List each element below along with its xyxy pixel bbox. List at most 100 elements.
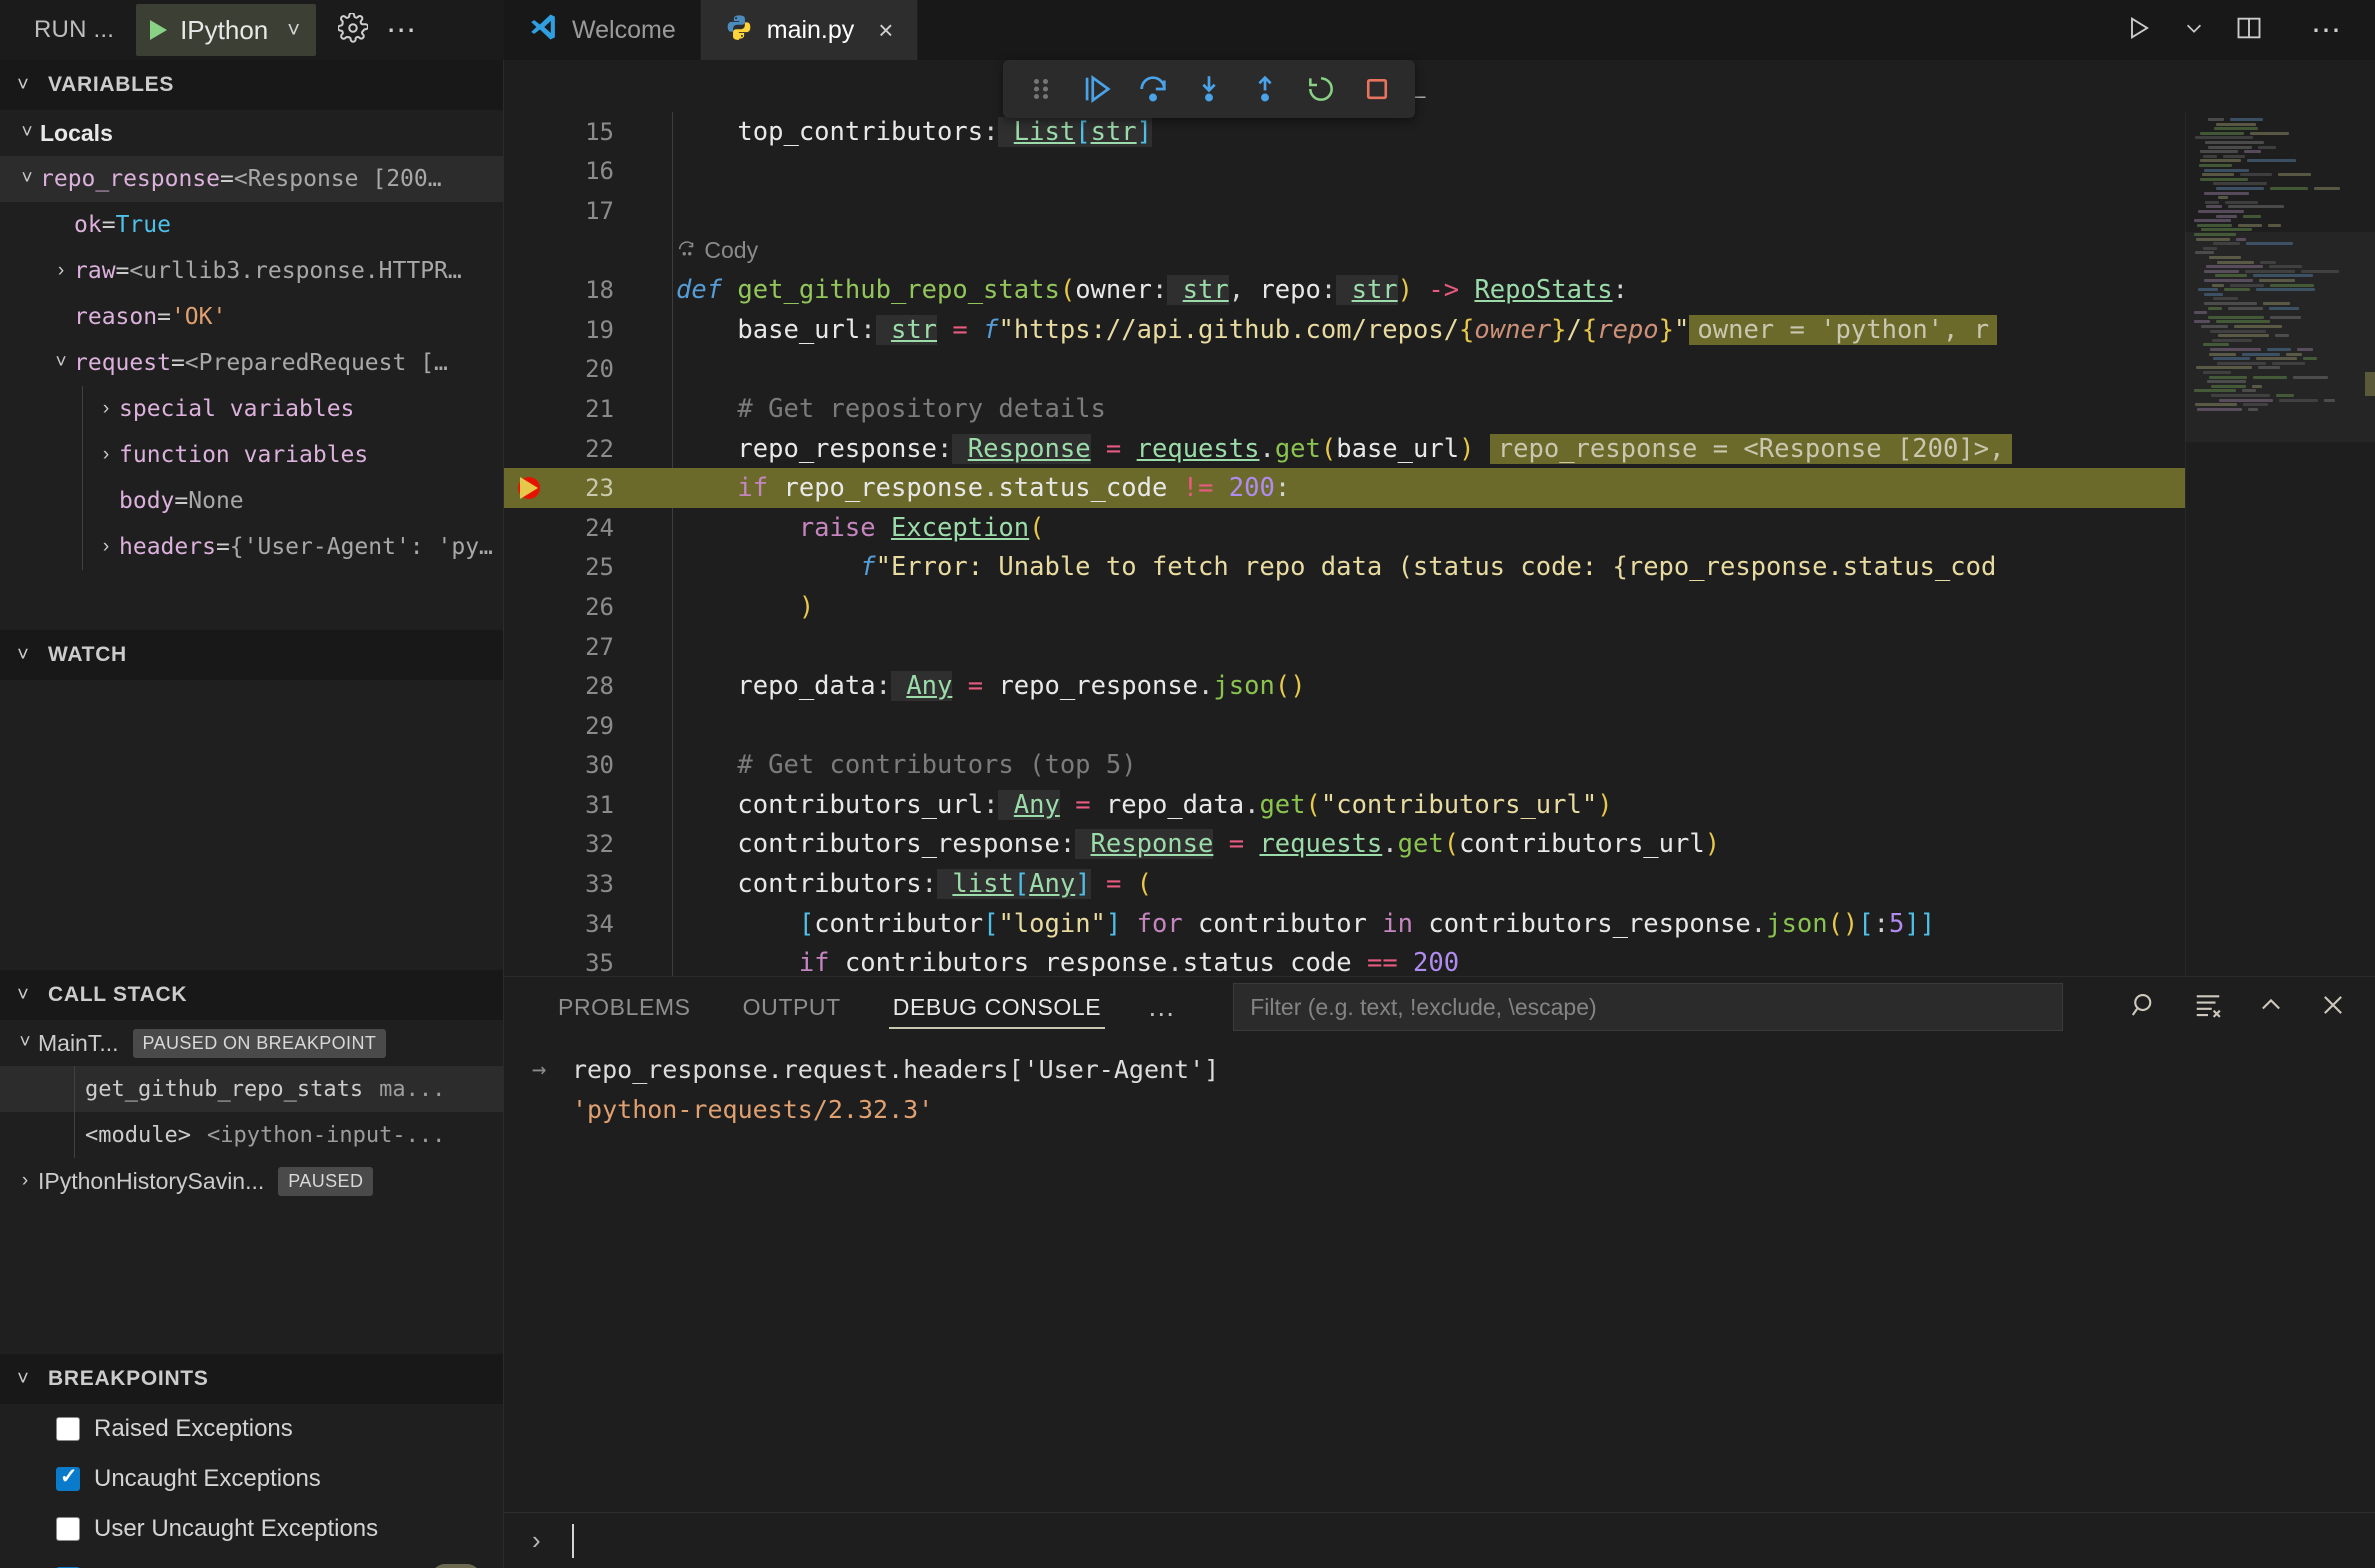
breakpoint-row[interactable]: main.py23 [0, 1554, 503, 1568]
watch-section-header[interactable]: ˅ WATCH [0, 630, 503, 680]
run-icon[interactable] [150, 20, 168, 40]
step-out-icon[interactable] [1237, 60, 1293, 118]
step-into-icon[interactable] [1181, 60, 1237, 118]
watch-list[interactable] [0, 680, 503, 970]
code-line[interactable]: 33 contributors: list[Any] = ( [504, 864, 2185, 904]
code-line[interactable]: 34 [contributor["login"] for contributor… [504, 904, 2185, 944]
search-icon[interactable] [2129, 990, 2159, 1025]
variable-row[interactable]: ˅ repo_response = <Response [200… [0, 156, 503, 202]
close-icon[interactable]: × [878, 15, 893, 46]
split-editor-icon[interactable] [2235, 14, 2263, 47]
call-stack-row[interactable]: <module> <ipython-input-... [0, 1112, 503, 1158]
code-line[interactable]: 26 ) [504, 587, 2185, 627]
chevron-down-icon[interactable]: ˅ [48, 352, 74, 374]
call-stack-row[interactable]: › IPythonHistorySavin... PAUSED [0, 1158, 503, 1204]
code-line[interactable]: 20 [504, 350, 2185, 390]
chevron-right-icon[interactable]: › [93, 398, 119, 420]
filter-box[interactable] [1233, 983, 2064, 1031]
clear-console-icon[interactable] [2193, 990, 2223, 1025]
code-line[interactable]: 17 [504, 191, 2185, 231]
code-line[interactable]: 24 raise Exception( [504, 508, 2185, 548]
variable-row[interactable]: body = None [0, 478, 503, 524]
code-line[interactable]: 19 base_url: str = f"https://api.github.… [504, 310, 2185, 350]
ellipsis-icon[interactable]: … [1127, 993, 1197, 1021]
collapse-panel-icon[interactable] [2257, 991, 2285, 1024]
tab-main-py[interactable]: main.py × [700, 0, 919, 60]
filter-input[interactable] [1250, 993, 2047, 1021]
chevron-down-icon[interactable] [2183, 17, 2205, 44]
debug-configuration-selector[interactable]: IPython ˅ [136, 4, 317, 56]
breakpoint-row[interactable]: Raised Exceptions [0, 1404, 503, 1454]
code-line[interactable]: 35 if contributors response.status code … [504, 943, 2185, 976]
variable-row[interactable]: reason = 'OK' [0, 294, 503, 340]
variable-row[interactable]: › headers = {'User-Agent': 'py… [0, 524, 503, 570]
chevron-down-icon[interactable]: ˅ [12, 984, 34, 1007]
code-line[interactable]: 21 # Get repository details [504, 389, 2185, 429]
chevron-down-icon[interactable]: ˅ [12, 1032, 38, 1054]
minimap-line [2214, 127, 2258, 131]
chevron-right-icon[interactable]: › [48, 260, 74, 282]
variable-row[interactable]: › function variables [0, 432, 503, 478]
code-editor[interactable]: 15 top_contributors: List[str] 16 17 Cody 1… [504, 112, 2375, 976]
stop-icon[interactable] [1349, 60, 1405, 118]
tab-welcome[interactable]: Welcome [504, 0, 701, 60]
variable-row[interactable]: › raw = <urllib3.response.HTTPR… [0, 248, 503, 294]
chevron-down-icon[interactable]: ˅ [12, 644, 34, 667]
chevron-down-icon[interactable]: ˅ [287, 19, 300, 41]
run-icon[interactable] [2125, 14, 2153, 47]
code-line-current[interactable]: 23 if repo_response.status_code != 200: [504, 468, 2185, 508]
code-line[interactable]: 29 [504, 706, 2185, 746]
variables-section-header[interactable]: ˅ VARIABLES [0, 60, 503, 110]
code-line[interactable]: 16 [504, 152, 2185, 192]
code-line[interactable]: 30 # Get contributors (top 5) [504, 746, 2185, 786]
minimap-line [2253, 274, 2313, 278]
minimap-line [2230, 283, 2264, 287]
code-line[interactable]: 27 [504, 627, 2185, 667]
ellipsis-icon[interactable]: ⋯ [386, 15, 418, 45]
code-line[interactable]: 25 f"Error: Unable to fetch repo data (s… [504, 548, 2185, 588]
breakpoint-checkbox[interactable] [56, 1464, 80, 1491]
chevron-right-icon[interactable]: › [93, 444, 119, 466]
chevron-down-icon[interactable]: ˅ [12, 1368, 34, 1391]
breakpoint-checkbox[interactable] [56, 1417, 80, 1441]
variable-row[interactable]: ˅ request = <PreparedRequest [… [0, 340, 503, 386]
tab-problems[interactable]: PROBLEMS [532, 977, 717, 1037]
variable-row[interactable]: ok = True [0, 202, 503, 248]
gear-icon[interactable] [337, 11, 370, 48]
breakpoints-section-header[interactable]: ˅ BREAKPOINTS [0, 1354, 503, 1404]
call-stack-row[interactable]: get_github_repo_stats ma... [0, 1066, 503, 1112]
code-lines[interactable]: 15 top_contributors: List[str] 16 17 Cody 1… [504, 112, 2185, 976]
chevron-right-icon[interactable]: › [12, 1170, 38, 1192]
code-line[interactable]: 22 repo_response: Response = requests.ge… [504, 429, 2185, 469]
tab-output[interactable]: OUTPUT [717, 977, 867, 1037]
step-over-icon[interactable] [1125, 60, 1181, 118]
chevron-down-icon[interactable]: ˅ [14, 122, 40, 144]
debug-console-input[interactable]: › [504, 1512, 2375, 1568]
code-line[interactable]: 31 contributors_url: Any = repo_data.get… [504, 785, 2185, 825]
chevron-right-icon[interactable]: › [93, 536, 119, 558]
minimap-line [2243, 403, 2268, 407]
debug-console-output[interactable]: → repo_response.request.headers['User-Age… [504, 1037, 2375, 1512]
code-line[interactable]: 28 repo_data: Any = repo_response.json() [504, 666, 2185, 706]
breakpoint-gutter[interactable] [504, 477, 552, 500]
ellipsis-icon[interactable]: ⋯ [2311, 15, 2343, 45]
call-stack-row[interactable]: ˅ MainT... PAUSED ON BREAKPOINT [0, 1020, 503, 1066]
drag-handle-icon[interactable] [1013, 60, 1069, 118]
continue-icon[interactable] [1069, 60, 1125, 118]
breakpoint-checkbox[interactable] [56, 1517, 80, 1541]
minimap-line [2247, 159, 2296, 163]
chevron-down-icon[interactable]: ˅ [12, 74, 34, 97]
minimap[interactable] [2185, 112, 2375, 976]
restart-icon[interactable] [1293, 60, 1349, 118]
variable-row[interactable]: › special variables [0, 386, 503, 432]
code-line[interactable]: 32 contributors_response: Response = req… [504, 825, 2185, 865]
code-lens-cody[interactable]: Cody [504, 231, 2185, 271]
call-stack-section-header[interactable]: ˅ CALL STACK [0, 970, 503, 1020]
breakpoint-row[interactable]: User Uncaught Exceptions [0, 1504, 503, 1554]
chevron-down-icon[interactable]: ˅ [14, 168, 40, 190]
variables-scope-locals[interactable]: ˅ Locals [0, 110, 503, 156]
code-line[interactable]: 18 def get_github_repo_stats(owner: str, … [504, 270, 2185, 310]
close-panel-icon[interactable] [2319, 991, 2347, 1024]
breakpoint-row[interactable]: Uncaught Exceptions [0, 1454, 503, 1504]
tab-debug-console[interactable]: DEBUG CONSOLE [867, 977, 1127, 1037]
